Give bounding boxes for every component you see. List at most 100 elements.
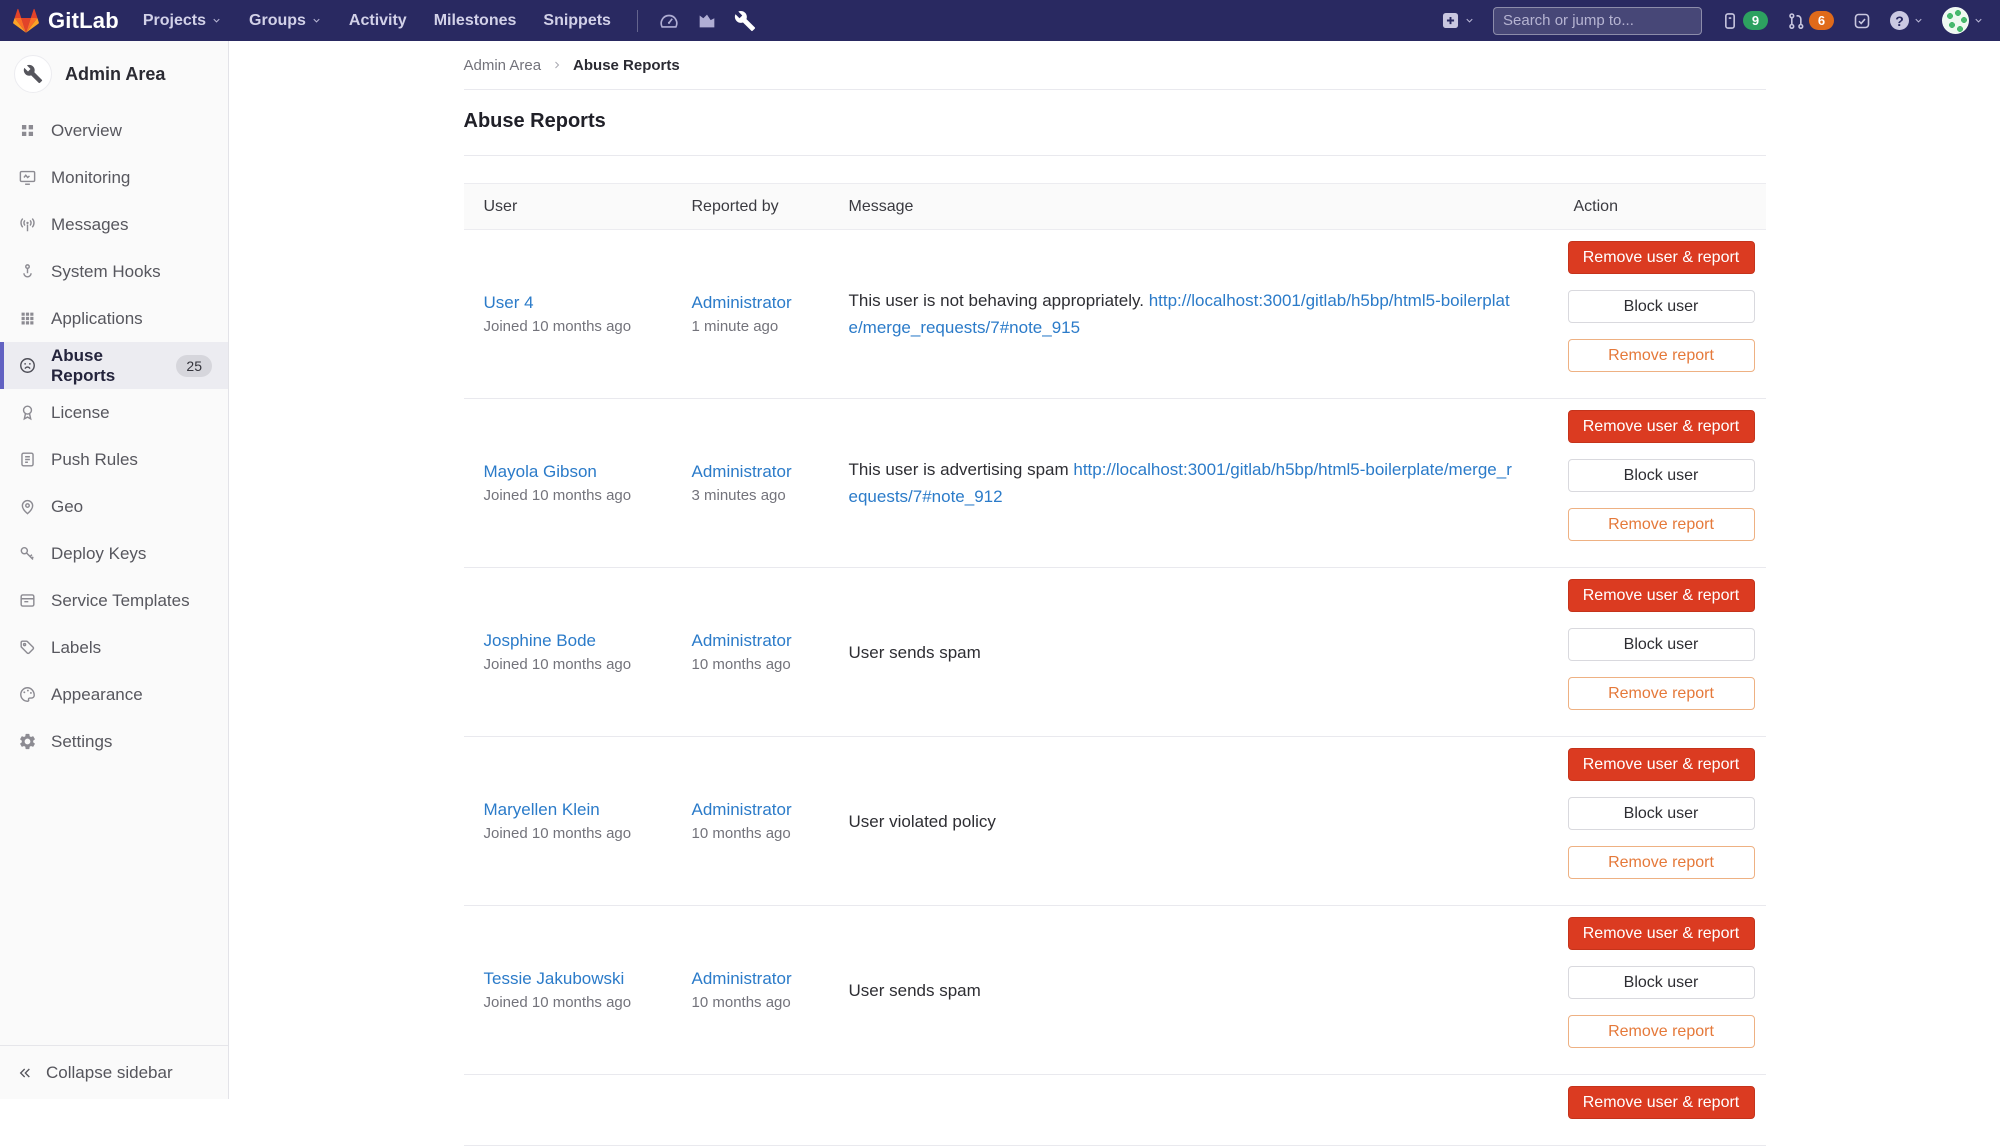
dashboard-gauge-icon[interactable]	[658, 10, 680, 32]
collapse-sidebar-label: Collapse sidebar	[46, 1063, 173, 1083]
key-icon	[18, 544, 37, 563]
nav-milestones-label: Milestones	[434, 12, 517, 30]
gitlab-brand-text: GitLab	[48, 8, 119, 34]
nav-activity[interactable]: Activity	[349, 12, 407, 30]
plus-square-icon	[1441, 11, 1460, 30]
remove-report-button[interactable]: Remove report	[1568, 508, 1755, 541]
remove-report-button[interactable]: Remove report	[1568, 846, 1755, 879]
sidebar-item-messages[interactable]: Messages	[0, 201, 228, 248]
reported-user-link[interactable]: Maryellen Klein	[484, 800, 600, 819]
admin-area-avatar	[14, 55, 52, 93]
reported-user-link[interactable]: Mayola Gibson	[484, 462, 597, 481]
reporter-link[interactable]: Administrator	[692, 969, 792, 988]
issues-button[interactable]: 9	[1720, 11, 1768, 31]
todo-check-icon	[1852, 11, 1872, 31]
column-header-reported-by: Reported by	[692, 184, 849, 230]
remove-report-button[interactable]: Remove report	[1568, 1015, 1755, 1048]
column-header-message: Message	[849, 184, 1568, 230]
nav-groups[interactable]: Groups	[249, 12, 322, 30]
block-user-button[interactable]: Block user	[1568, 459, 1755, 492]
navbar-left: GitLab Projects Groups Activity Mileston…	[13, 0, 772, 41]
breadcrumb-admin-area-link[interactable]: Admin Area	[464, 57, 542, 74]
admin-wrench-icon[interactable]	[734, 10, 756, 32]
overview-grid-icon	[18, 121, 37, 140]
navbar-menu: Projects Groups Activity Milestones Snip…	[143, 12, 611, 30]
broadcast-icon	[18, 215, 37, 234]
wrench-icon	[23, 64, 43, 84]
block-user-button[interactable]: Block user	[1568, 628, 1755, 661]
sidebar-item-license[interactable]: License	[0, 389, 228, 436]
remove-user-and-report-button[interactable]: Remove user & report	[1568, 241, 1755, 274]
sidebar-title: Admin Area	[65, 64, 165, 85]
user-joined-text: Joined 10 months ago	[484, 318, 692, 335]
reporter-link[interactable]: Administrator	[692, 462, 792, 481]
help-button[interactable]: ?	[1890, 11, 1924, 30]
table-header-row: User Reported by Message Action	[464, 184, 1766, 230]
sidebar-item-appearance[interactable]: Appearance	[0, 671, 228, 718]
reported-time-text: 1 minute ago	[692, 318, 849, 335]
sidebar-item-service-templates[interactable]: Service Templates	[0, 577, 228, 624]
sidebar-item-system-hooks[interactable]: System Hooks	[0, 248, 228, 295]
nav-projects[interactable]: Projects	[143, 12, 222, 30]
sidebar-item-label: Service Templates	[51, 591, 190, 611]
sidebar-item-monitoring[interactable]: Monitoring	[0, 154, 228, 201]
remove-user-and-report-button[interactable]: Remove user & report	[1568, 579, 1755, 612]
chevron-down-icon	[1913, 15, 1924, 26]
user-menu-button[interactable]	[1942, 7, 1984, 34]
block-user-button[interactable]: Block user	[1568, 290, 1755, 323]
new-menu-button[interactable]	[1441, 11, 1475, 30]
user-joined-text: Joined 10 months ago	[484, 994, 692, 1011]
sidebar-nav: Overview Monitoring Messages System Hook…	[0, 107, 228, 765]
nav-milestones[interactable]: Milestones	[434, 12, 517, 30]
sidebar-item-label: License	[51, 403, 110, 423]
report-message-text: This user is not behaving appropriately.	[849, 291, 1144, 310]
abuse-report-row: Mayola Gibson Joined 10 months ago Admin…	[464, 399, 1766, 568]
nav-snippets[interactable]: Snippets	[543, 12, 611, 30]
gear-icon	[18, 732, 37, 751]
remove-user-and-report-button[interactable]: Remove user & report	[1568, 410, 1755, 443]
reported-user-link[interactable]: Josphine Bode	[484, 631, 596, 650]
remove-report-button[interactable]: Remove report	[1568, 677, 1755, 710]
reporter-link[interactable]: Administrator	[692, 800, 792, 819]
reporter-link[interactable]: Administrator	[692, 293, 792, 312]
block-user-button[interactable]: Block user	[1568, 966, 1755, 999]
sidebar-item-abuse-reports[interactable]: Abuse Reports 25	[0, 342, 228, 389]
issues-icon	[1720, 11, 1740, 31]
page-title: Abuse Reports	[464, 110, 1766, 133]
todos-button[interactable]	[1852, 11, 1872, 31]
reported-user-link[interactable]: Tessie Jakubowski	[484, 969, 625, 988]
sidebar-item-settings[interactable]: Settings	[0, 718, 228, 765]
remove-user-and-report-button[interactable]: Remove user & report	[1568, 748, 1755, 781]
sidebar-item-push-rules[interactable]: Push Rules	[0, 436, 228, 483]
merge-requests-button[interactable]: 6	[1786, 11, 1834, 31]
help-question-icon: ?	[1890, 11, 1909, 30]
search-input[interactable]	[1503, 12, 1702, 29]
collapse-sidebar-button[interactable]: Collapse sidebar	[0, 1045, 228, 1099]
sidebar-item-label: Settings	[51, 732, 112, 752]
navbar-right: 9 6 ?	[1441, 7, 1984, 35]
user-joined-text: Joined 10 months ago	[484, 656, 692, 673]
analytics-chart-icon[interactable]	[696, 10, 718, 32]
sidebar-item-geo[interactable]: Geo	[0, 483, 228, 530]
abuse-report-row: User 4 Joined 10 months ago Administrato…	[464, 230, 1766, 399]
sidebar-context-header[interactable]: Admin Area	[0, 41, 228, 105]
chevron-down-icon	[1464, 15, 1475, 26]
template-card-icon	[18, 591, 37, 610]
gitlab-home-link[interactable]: GitLab	[13, 8, 119, 34]
reporter-link[interactable]: Administrator	[692, 631, 792, 650]
sidebar-item-applications[interactable]: Applications	[0, 295, 228, 342]
remove-user-and-report-button[interactable]: Remove user & report	[1568, 1086, 1755, 1119]
abuse-reports-count-badge: 25	[176, 355, 212, 377]
report-message-text: User sends spam	[849, 981, 981, 1000]
report-message-text: This user is advertising spam	[849, 460, 1069, 479]
reported-user-link[interactable]: User 4	[484, 293, 534, 312]
block-user-button[interactable]: Block user	[1568, 797, 1755, 830]
sidebar-item-labels[interactable]: Labels	[0, 624, 228, 671]
abuse-report-row: Tessie Jakubowski Joined 10 months ago A…	[464, 906, 1766, 1075]
sidebar-item-deploy-keys[interactable]: Deploy Keys	[0, 530, 228, 577]
sidebar-item-label: Appearance	[51, 685, 143, 705]
sidebar-item-label: Push Rules	[51, 450, 138, 470]
remove-user-and-report-button[interactable]: Remove user & report	[1568, 917, 1755, 950]
remove-report-button[interactable]: Remove report	[1568, 339, 1755, 372]
sidebar-item-overview[interactable]: Overview	[0, 107, 228, 154]
